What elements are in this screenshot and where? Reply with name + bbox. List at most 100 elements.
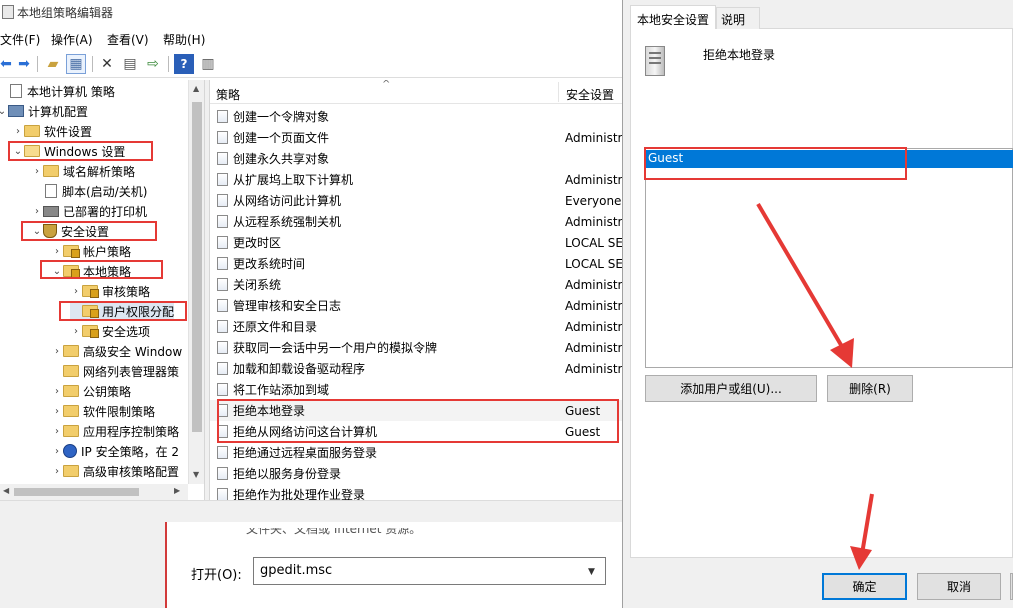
expand-right-icon[interactable]: › [31,206,43,217]
table-row[interactable]: 加载和卸载设备驱动程序 Administr [210,358,622,379]
table-row[interactable]: 创建一个页面文件 Administr [210,127,622,148]
expand-down-icon[interactable]: ⌄ [0,106,8,117]
expand-right-icon[interactable]: › [51,406,63,417]
policy-doc-icon [45,184,57,198]
policy-setting-icon [217,131,228,144]
policy-setting-icon [217,320,228,333]
tree-item[interactable]: › 软件限制策略 [51,401,155,421]
scroll-down-icon[interactable]: ▼ [193,470,199,479]
menu-help[interactable]: 帮助(H) [163,31,205,48]
table-row[interactable]: 从远程系统强制关机 Administr [210,211,622,232]
tree-hscroll-thumb[interactable] [14,488,139,496]
table-row[interactable]: 获取同一会话中另一个用户的模拟令牌 Administr [210,337,622,358]
table-row[interactable]: 更改系统时间 LOCAL SE [210,253,622,274]
tree-item-label: 软件限制策略 [83,404,156,419]
highlight-deny-rows [217,399,619,443]
tree-item[interactable]: › 高级审核策略配置 [51,461,179,481]
tree-item[interactable]: › 公钥策略 [51,381,131,401]
forward-arrow-icon[interactable]: ➡ [14,54,34,74]
scroll-left-icon[interactable]: ◀ [3,486,9,495]
run-open-input[interactable]: gpedit.msc [253,557,606,585]
title-bar: 本地组策略编辑器 [0,0,622,26]
export-icon[interactable]: ⇨ [143,54,163,74]
tree-item[interactable]: › 已部署的打印机 [31,201,147,221]
view-icon[interactable]: ▥ [198,54,218,74]
expand-right-icon[interactable]: › [51,426,63,437]
tree-item[interactable]: 网络列表管理器策 [51,361,179,381]
tab-explain[interactable]: 说明 [716,7,760,29]
table-row[interactable]: 创建一个令牌对象 [210,106,622,127]
expand-right-icon[interactable]: › [12,126,24,137]
folder-icon [63,345,79,357]
expand-right-icon[interactable]: › [51,346,63,357]
tree-item[interactable]: › IP 安全策略，在 2 [51,441,179,461]
scroll-up-icon[interactable]: ▲ [193,84,199,93]
status-bar [0,500,622,522]
menu-view[interactable]: 查看(V) [107,31,149,48]
up-folder-icon[interactable]: ▰ [43,54,63,74]
expand-right-icon[interactable]: › [31,166,43,177]
cancel-button[interactable]: 取消 [917,573,1001,600]
scroll-right-icon[interactable]: ▶ [174,486,180,495]
secure-folder-icon [63,245,80,258]
printer-icon [43,205,59,217]
tree-item[interactable]: › 应用程序控制策略 [51,421,179,441]
chevron-down-icon[interactable]: ▼ [588,567,595,577]
tree-item[interactable]: › 高级安全 Window [51,341,182,361]
policy-setting-icon [217,257,228,270]
policy-name: 创建一个页面文件 [233,131,330,145]
tree-item[interactable]: ⌄ 计算机配置 [0,101,88,121]
tree-item-label: 脚本(启动/关机) [62,184,148,199]
table-row[interactable]: 从网络访问此计算机 Everyone, [210,190,622,211]
menu-file[interactable]: 文件(F) [0,31,40,48]
security-setting-value: Administr [565,214,622,229]
table-row[interactable]: 拒绝通过远程桌面服务登录 [210,442,622,463]
column-header-policy[interactable]: 策略 [216,86,240,103]
expand-right-icon[interactable]: › [51,466,63,477]
tree-item[interactable]: › 软件设置 [12,121,92,141]
tree-item[interactable]: 本地计算机 策略 [0,81,115,101]
expand-right-icon[interactable]: › [51,246,63,257]
policy-setting-icon [217,278,228,291]
table-row[interactable]: 还原文件和目录 Administr [210,316,622,337]
show-hide-tree-icon[interactable]: ▦ [66,54,86,74]
table-row[interactable]: 更改时区 LOCAL SE [210,232,622,253]
tree-horizontal-scrollbar[interactable]: ◀ ▶ [0,484,188,500]
arrow-to-remove-icon [756,202,854,368]
tree-scroll-thumb[interactable] [192,102,202,432]
table-row[interactable]: 拒绝以服务身份登录 [210,463,622,484]
delete-icon[interactable]: ✕ [97,54,117,74]
tab-local-security-setting[interactable]: 本地安全设置 [630,5,716,29]
table-row[interactable]: 拒绝作为批处理作业登录 [210,484,622,500]
folder-icon [63,425,79,437]
app-icon [2,5,14,19]
toolbar: ⬅ ➡ ▰ ▦ ✕ ▤ ⇨ ? ▥ [0,50,622,78]
expand-right-icon[interactable]: › [51,386,63,397]
table-row[interactable]: 关闭系统 Administr [210,274,622,295]
tree-item[interactable]: 脚本(启动/关机) [31,181,147,201]
tree-item[interactable]: › 安全选项 [70,321,150,341]
column-header-setting[interactable]: 安全设置 [566,86,614,103]
table-row[interactable]: 管理审核和安全日志 Administr [210,295,622,316]
tree-item[interactable]: › 域名解析策略 [31,161,135,181]
policy-title: 拒绝本地登录 [703,48,776,62]
properties-icon[interactable]: ▤ [120,54,140,74]
expand-right-icon[interactable]: › [51,446,63,457]
expand-right-icon[interactable]: › [70,286,82,297]
tree-vertical-scrollbar[interactable]: ▲ ▼ [188,80,204,484]
highlight-user-rights [59,301,187,321]
security-setting-value: Administr [565,340,622,355]
table-row[interactable]: 将工作站添加到域 [210,379,622,400]
security-setting-value: Administr [565,361,622,376]
tree-item-label: 域名解析策略 [63,164,136,179]
help-icon[interactable]: ? [174,54,194,74]
tree-item-label: 计算机配置 [28,104,89,119]
table-row[interactable]: 创建永久共享对象 [210,148,622,169]
menu-action[interactable]: 操作(A) [51,31,93,48]
expand-right-icon[interactable]: › [70,326,82,337]
table-row[interactable]: 从扩展坞上取下计算机 Administr [210,169,622,190]
tree-item[interactable]: › 帐户策略 [51,241,131,261]
list-header: 策略 ^ 安全设置 [210,80,622,104]
policy-name: 还原文件和目录 [233,320,318,334]
tree-item[interactable]: › 审核策略 [70,281,150,301]
